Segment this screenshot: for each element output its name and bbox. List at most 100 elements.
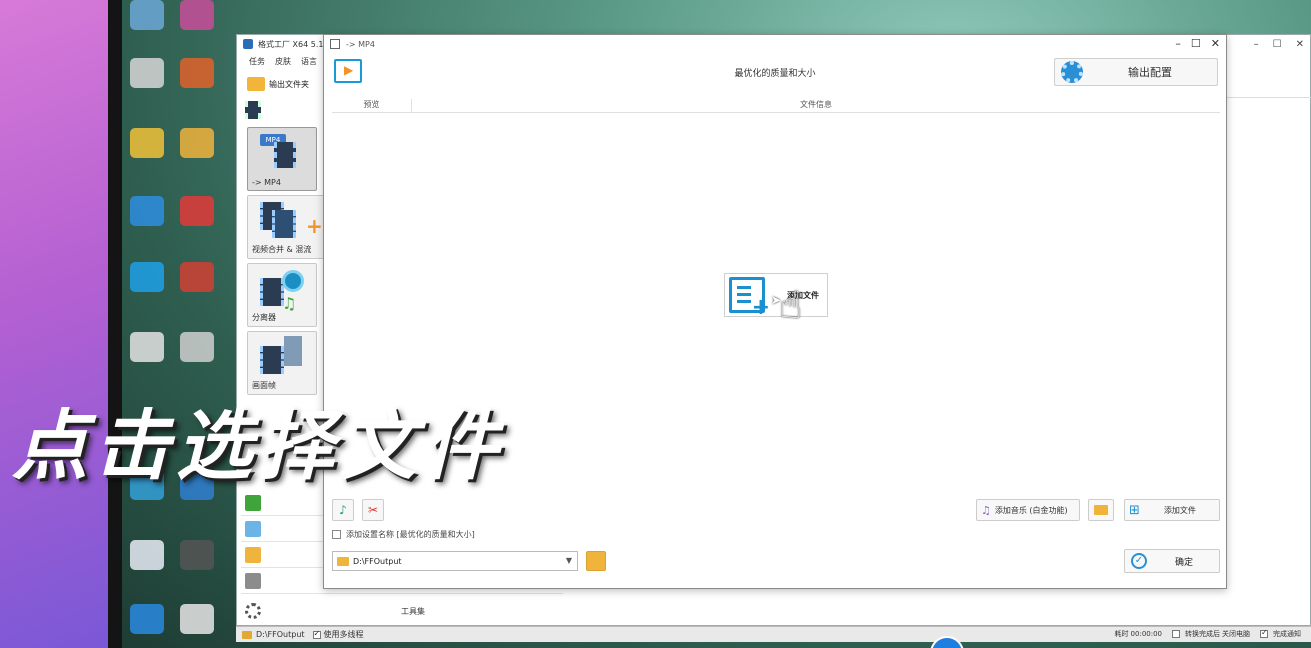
music-note-icon: ♫: [282, 294, 297, 313]
music-note-icon: ♫: [981, 503, 991, 517]
column-file-info[interactable]: 文件信息: [412, 99, 1220, 110]
main-window-controls: – ☐ ✕: [1254, 39, 1304, 50]
hand-cursor-icon: ☝: [779, 283, 803, 327]
minimize-icon[interactable]: –: [1254, 39, 1259, 50]
desktop-icon[interactable]: [130, 540, 164, 570]
after-convert-checkbox[interactable]: [1172, 630, 1180, 638]
file-list-header: 预览 文件信息: [332, 95, 1220, 113]
desktop-icon[interactable]: [130, 128, 164, 158]
film-strip-icon: [272, 210, 296, 238]
desktop-icon[interactable]: [180, 540, 214, 570]
folder-add-icon: [1094, 505, 1108, 515]
notify-checkbox[interactable]: [1260, 628, 1268, 638]
left-gradient-background: [0, 0, 112, 648]
add-file-icon: ⊞: [1129, 502, 1140, 518]
status-output-path[interactable]: D:\FFOutput: [256, 630, 305, 639]
output-config-label: 输出配置: [1128, 66, 1172, 79]
close-icon[interactable]: ✕: [1211, 37, 1220, 50]
column-preview[interactable]: 预览: [332, 99, 412, 113]
dialog-bottom-bar: ♪ ✂ 添加设置名称 [最优化的质量和大小] D:\FFOutput ▼ ♫ 添…: [332, 497, 1220, 587]
ok-label: 确定: [1175, 557, 1194, 568]
document-edit-icon: [245, 546, 261, 563]
picture-icon: [284, 336, 302, 366]
status-bar: D:\FFOutput 使用多线程 耗时 00:00:00 转换完成后 关闭电脑…: [236, 626, 1311, 642]
toolset-label: 工具集: [401, 606, 425, 616]
minimize-icon[interactable]: –: [1175, 37, 1181, 50]
desktop-icon[interactable]: [130, 196, 164, 226]
frames-icon: [260, 346, 284, 374]
close-icon[interactable]: ✕: [1296, 39, 1304, 50]
gear-icon: [1061, 61, 1083, 83]
menu-language[interactable]: 语言: [301, 56, 317, 67]
output-path-select[interactable]: D:\FFOutput ▼: [332, 551, 578, 571]
browse-folder-button[interactable]: [586, 551, 606, 571]
add-file-button[interactable]: ⊞ 添加文件: [1124, 499, 1220, 521]
desktop-icon[interactable]: [130, 262, 164, 292]
dialog-icon: [330, 39, 340, 49]
music-note-icon: ♪: [339, 503, 347, 517]
desktop-icon[interactable]: [180, 332, 214, 362]
clip-button[interactable]: ✂: [362, 499, 384, 521]
folder-icon: [337, 556, 349, 566]
desktop-icon[interactable]: [180, 128, 214, 158]
output-config-button[interactable]: 输出配置: [1054, 58, 1218, 86]
dialog-header: 最优化的质量和大小 输出配置: [324, 53, 1226, 93]
right-pane-divider: [1227, 97, 1311, 98]
menu-skin[interactable]: 皮肤: [275, 56, 291, 67]
shutdown-label: 关闭电脑: [1222, 630, 1250, 638]
tile-to-mp4[interactable]: MP4 -> MP4: [247, 127, 317, 191]
film-reel-icon: [282, 270, 304, 292]
desktop-icon[interactable]: [130, 604, 164, 634]
add-music-label: 添加音乐 (白金功能): [994, 505, 1068, 515]
gear-icon: [245, 603, 261, 619]
music-note-icon: [245, 494, 261, 511]
ok-button[interactable]: ✓ 确定: [1124, 549, 1220, 573]
film-icon: [245, 101, 261, 119]
desktop-icon[interactable]: [180, 604, 214, 634]
desktop-icon[interactable]: [130, 58, 164, 88]
clip-icon: ✂: [367, 503, 379, 517]
tile-video-merge[interactable]: + 视频合并 & 混流: [247, 195, 327, 259]
add-setting-name-row[interactable]: 添加设置名称 [最优化的质量和大小]: [332, 529, 475, 540]
dialog-titlebar: -> MP4: [324, 35, 1226, 53]
tile-label: -> MP4: [252, 178, 281, 187]
multithread-label: 使用多线程: [323, 630, 364, 639]
maximize-icon[interactable]: ☐: [1273, 39, 1282, 50]
add-folder-button[interactable]: [1088, 499, 1114, 521]
desktop-icon[interactable]: [130, 0, 164, 30]
dialog-title: -> MP4: [346, 39, 375, 49]
tile-label: 视频合并 & 混流: [252, 245, 312, 254]
chevron-down-icon: ▼: [565, 556, 572, 565]
desktop-icon[interactable]: [180, 196, 214, 226]
plus-icon: +: [306, 214, 323, 238]
desktop-icon[interactable]: [130, 332, 164, 362]
desktop-icon[interactable]: [180, 262, 214, 292]
picture-icon: [245, 520, 261, 537]
desktop-icon[interactable]: [180, 0, 214, 30]
status-right: 耗时 00:00:00 转换完成后 关闭电脑 完成通知: [1114, 628, 1301, 639]
film-strip-icon: [274, 142, 296, 168]
notify-label: 完成通知: [1273, 630, 1301, 638]
menu-task[interactable]: 任务: [249, 56, 265, 67]
add-setting-name-checkbox[interactable]: [332, 530, 341, 539]
audio-settings-button[interactable]: ♪: [332, 499, 354, 521]
multithread-checkbox[interactable]: [312, 629, 321, 639]
maximize-icon[interactable]: ☐: [1191, 37, 1201, 50]
toolset-category[interactable]: 工具集: [241, 598, 563, 624]
disc-icon: [245, 572, 261, 589]
elapsed-value: 00:00:00: [1130, 630, 1162, 638]
video-category-header[interactable]: [241, 97, 325, 123]
video-caption: 点击选择文件: [12, 401, 504, 490]
tile-splitter[interactable]: ♫ 分离器: [247, 263, 317, 327]
add-file-icon: [729, 277, 770, 320]
output-folder-icon[interactable]: [247, 77, 265, 91]
add-setting-name-label: 添加设置名称 [最优化的质量和大小]: [346, 530, 475, 539]
elapsed-label: 耗时: [1114, 630, 1129, 638]
dialog-window-controls: – ☐ ✕: [1175, 37, 1220, 50]
add-music-button[interactable]: ♫ 添加音乐 (白金功能): [976, 499, 1080, 521]
mp4-settings-dialog: -> MP4 – ☐ ✕ 最优化的质量和大小 输出配置 预览 文件信息 添加文件…: [323, 34, 1227, 589]
desktop-icon[interactable]: [180, 58, 214, 88]
folder-icon: [242, 630, 252, 639]
output-folder-button[interactable]: 输出文件夹: [269, 79, 309, 90]
check-icon: ✓: [1131, 553, 1147, 569]
